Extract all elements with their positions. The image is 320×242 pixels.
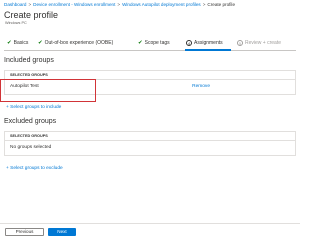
tab-label: Review + create [245, 40, 281, 46]
breadcrumb-current: Create profile [207, 2, 235, 7]
tab-assignments[interactable]: 4 Assignments [186, 40, 223, 46]
highlight-box [0, 79, 96, 102]
tab-basics[interactable]: ✔ Basics [7, 40, 28, 46]
tab-oobe[interactable]: ✔ Out-of-box experience (OOBE) [38, 40, 113, 46]
breadcrumb-separator: > [117, 2, 121, 7]
breadcrumb-separator: > [202, 2, 206, 7]
excluded-groups-panel: SELECTED GROUPS No groups selected [4, 131, 296, 156]
tab-label: Basics [13, 40, 29, 46]
checkmark-icon: ✔ [138, 40, 143, 46]
tab-scope-tags[interactable]: ✔ Scope tags [138, 40, 170, 46]
breadcrumb-dashboard[interactable]: Dashboard [4, 2, 26, 7]
page-subtitle: Windows PC [5, 21, 27, 25]
tab-label: Out-of-box experience (OOBE) [44, 40, 114, 46]
step-number-icon: 5 [237, 40, 243, 46]
select-groups-exclude-link[interactable]: + Select groups to exclude [6, 166, 63, 171]
breadcrumb: Dashboard > Device enrollment - Windows en… [4, 2, 235, 7]
active-tab-indicator [185, 49, 231, 51]
tab-label: Scope tags [144, 40, 170, 46]
step-number-icon: 4 [186, 40, 192, 46]
empty-state-row: No groups selected [5, 141, 295, 155]
no-groups-text: No groups selected [10, 145, 52, 150]
checkmark-icon: ✔ [7, 40, 12, 46]
page-title: Create profile [4, 10, 59, 20]
tab-label: Assignments [194, 40, 223, 46]
previous-button[interactable]: Previous [5, 228, 44, 236]
checkmark-icon: ✔ [38, 40, 43, 46]
next-button[interactable]: Next [48, 228, 76, 236]
excluded-groups-title: Excluded groups [4, 118, 57, 125]
select-groups-include-link[interactable]: + Select groups to include [6, 105, 61, 110]
included-groups-title: Included groups [4, 57, 54, 64]
excluded-groups-header: SELECTED GROUPS [5, 132, 295, 141]
wizard-tabs: ✔ Basics ✔ Out-of-box experience (OOBE) … [4, 37, 296, 51]
breadcrumb-separator: > [28, 2, 32, 7]
breadcrumb-autopilot-profiles[interactable]: Windows Autopilot deployment profiles [122, 2, 201, 7]
breadcrumb-device-enrollment[interactable]: Device enrollment - Windows enrollment [33, 2, 115, 7]
footer [0, 223, 300, 242]
tab-review-create[interactable]: 5 Review + create [237, 40, 281, 46]
remove-group-button[interactable]: Remove [192, 80, 210, 94]
